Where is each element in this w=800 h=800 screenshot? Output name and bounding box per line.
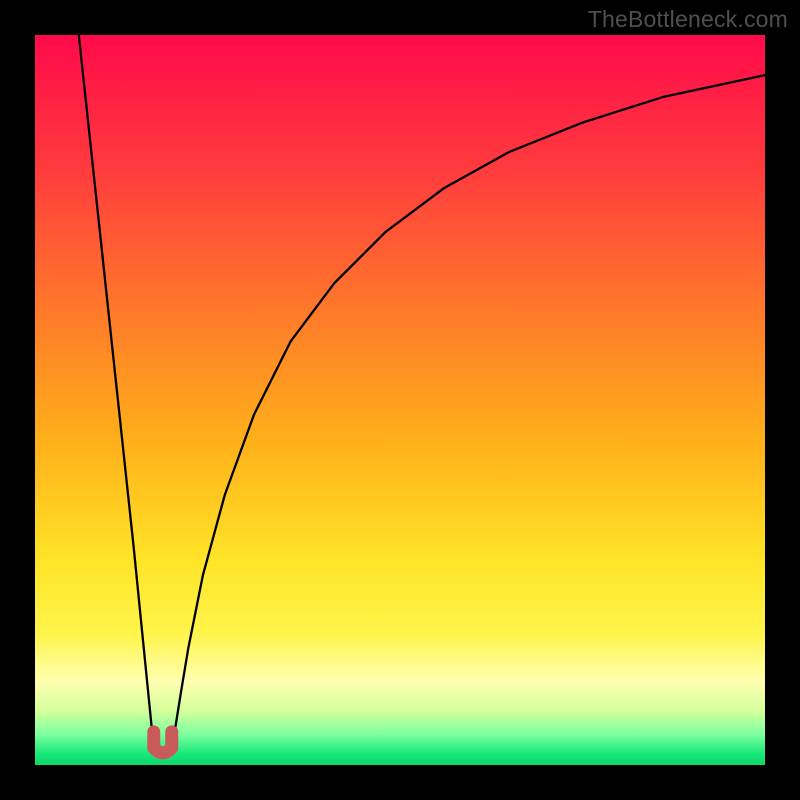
watermark-text: TheBottleneck.com: [588, 6, 788, 33]
curve-left-branch: [79, 35, 155, 754]
plot-area: [35, 35, 765, 765]
valley-marker: [154, 732, 172, 753]
curve-right-branch: [171, 75, 765, 754]
curve-layer: [35, 35, 765, 765]
chart-frame: TheBottleneck.com: [0, 0, 800, 800]
